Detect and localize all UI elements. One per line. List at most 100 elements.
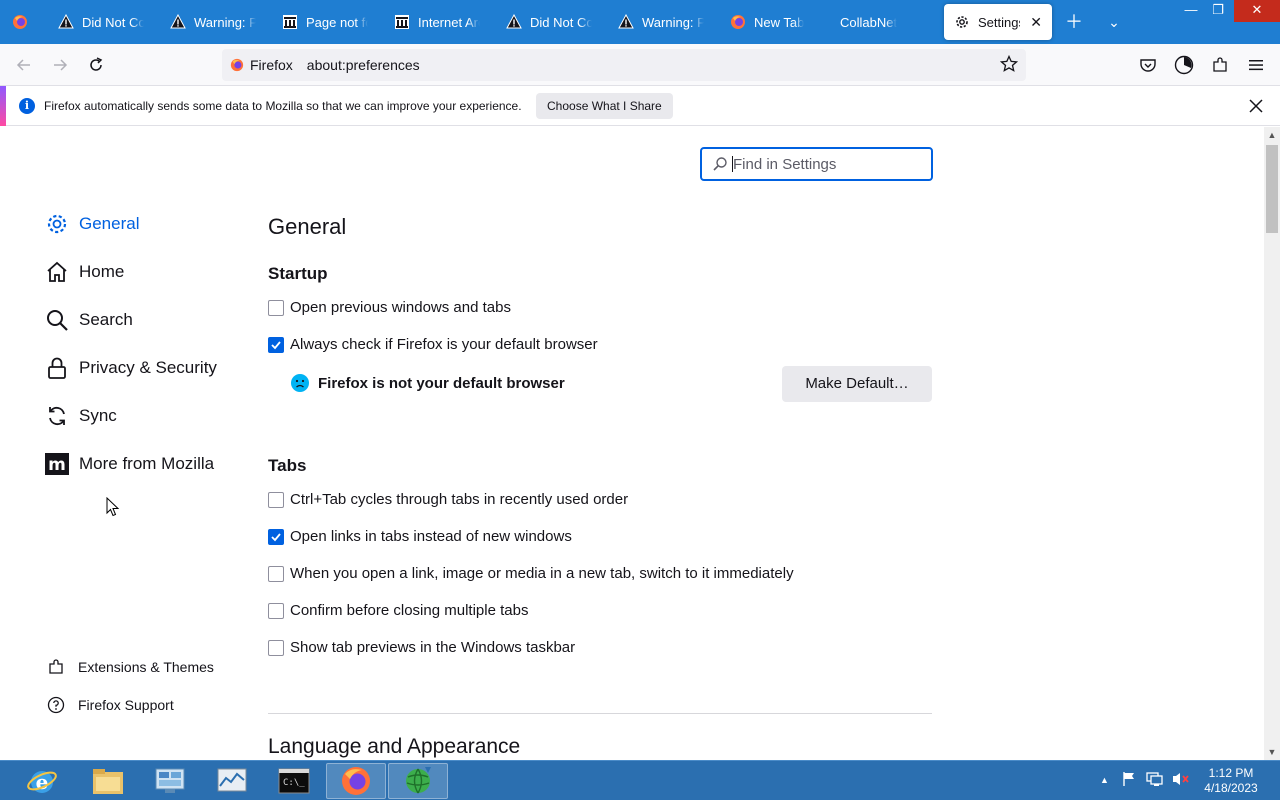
default-browser-note: Firefox is not your default browser [318, 374, 565, 392]
checkbox-unchecked[interactable] [268, 602, 284, 619]
file-explorer-button[interactable] [78, 763, 138, 799]
tabs-heading: Tabs [268, 456, 307, 475]
checkbox-checked[interactable] [268, 528, 284, 545]
tab-new-tab[interactable]: New Tab [720, 4, 826, 40]
option-confirm-closing-tabs[interactable]: Confirm before closing multiple tabs [268, 602, 528, 619]
tab-firefox-view[interactable] [2, 4, 38, 40]
sidebar-item-label: Sync [79, 406, 117, 425]
windows-taskbar: e C:\_ ▲ 1:12 PM 4/18/2023 [0, 760, 1280, 800]
option-open-links-in-tabs[interactable]: Open links in tabs instead of new window… [268, 528, 572, 545]
scroll-thumb[interactable] [1266, 145, 1278, 233]
sidebar-item-privacy-security[interactable]: Privacy & Security [45, 356, 217, 380]
pocket-icon [1140, 59, 1156, 72]
page-scrollbar[interactable]: ▲ ▼ [1264, 127, 1280, 760]
reload-icon [90, 57, 103, 71]
mozilla-icon: m [45, 452, 69, 476]
svg-text:m: m [48, 455, 66, 475]
server-manager-button[interactable] [140, 763, 200, 799]
show-hidden-icons-button[interactable]: ▲ [1100, 775, 1109, 785]
tab-internet-archive[interactable]: Internet Arch [384, 4, 490, 40]
extensions-button[interactable] [1208, 53, 1232, 77]
restore-window-button[interactable]: ❐ [1200, 0, 1236, 22]
make-default-button[interactable]: Make Default… [782, 366, 932, 402]
firefox-taskbar-button[interactable] [326, 763, 386, 799]
sidebar-firefox-support[interactable]: Firefox Support [47, 696, 174, 714]
default-browser-status: Firefox is not your default browser [290, 373, 565, 393]
choose-what-i-share-button[interactable]: Choose What I Share [536, 93, 673, 119]
app-menu-button[interactable] [1244, 53, 1268, 77]
identity-box[interactable]: Firefox [222, 57, 303, 73]
sync-icon [45, 404, 69, 428]
checkbox-unchecked[interactable] [268, 639, 284, 656]
option-ctrl-tab-cycles[interactable]: Ctrl+Tab cycles through tabs in recently… [268, 491, 628, 508]
close-window-button[interactable]: ✕ [1234, 0, 1280, 22]
firefox-icon [230, 58, 244, 72]
checkbox-unchecked[interactable] [268, 491, 284, 508]
sidebar-extensions-themes[interactable]: Extensions & Themes [47, 658, 214, 676]
clock-time: 1:12 PM [1208, 766, 1254, 780]
tab-label: Warning: Po [194, 14, 256, 30]
sidebar-item-sync[interactable]: Sync [45, 404, 117, 428]
find-in-settings-input[interactable]: Find in Settings [700, 147, 933, 181]
identity-label: Firefox [250, 57, 293, 73]
tab-did-not-connect-1[interactable]: Did Not Con [48, 4, 154, 40]
back-button[interactable] [12, 53, 36, 77]
firefox-icon [12, 14, 28, 30]
checkbox-unchecked[interactable] [268, 565, 284, 582]
command-prompt-button[interactable]: C:\_ [264, 763, 324, 799]
option-label: Confirm before closing multiple tabs [290, 602, 529, 619]
archive-icon [394, 14, 410, 30]
bookmark-star-icon[interactable] [999, 54, 1019, 78]
account-button[interactable] [1172, 53, 1196, 77]
tab-strip: Did Not Con Warning: Po Page not fou Int… [0, 0, 1280, 44]
volume-muted-icon[interactable] [1172, 771, 1190, 790]
option-label: Open previous windows and tabs [290, 299, 511, 316]
forward-button[interactable] [48, 53, 72, 77]
sidebar-item-home[interactable]: Home [45, 260, 124, 284]
sidebar-item-search[interactable]: Search [45, 308, 133, 332]
checkbox-checked[interactable] [268, 336, 284, 353]
tab-settings[interactable]: Settings ✕ [944, 4, 1052, 40]
network-app-button[interactable] [388, 763, 448, 799]
option-check-default-browser[interactable]: Always check if Firefox is your default … [268, 336, 598, 353]
tab-warning-1[interactable]: Warning: Po [160, 4, 266, 40]
search-icon [713, 157, 727, 171]
new-tab-button[interactable]: ＋ [1062, 10, 1086, 34]
checkbox-unchecked[interactable] [268, 299, 284, 316]
scroll-down-arrow-icon[interactable]: ▼ [1264, 744, 1280, 760]
taskbar-clock[interactable]: 1:12 PM 4/18/2023 [1196, 766, 1266, 796]
gear-icon [45, 212, 69, 236]
sidebar-footer-label: Firefox Support [78, 697, 174, 713]
tab-label: Settings [978, 14, 1020, 30]
pocket-button[interactable] [1136, 53, 1160, 77]
network-icon[interactable] [1146, 771, 1164, 790]
performance-monitor-button[interactable] [202, 763, 262, 799]
tab-did-not-connect-2[interactable]: Did Not Con [496, 4, 602, 40]
account-icon [1174, 55, 1194, 75]
tab-collabnet[interactable]: CollabNet [832, 4, 938, 40]
close-notification-icon[interactable] [1246, 96, 1266, 116]
action-center-flag-icon[interactable] [1122, 771, 1136, 790]
hamburger-menu-icon [1249, 60, 1263, 71]
sidebar-item-more-from-mozilla[interactable]: m More from Mozilla [45, 452, 214, 476]
warning-icon [618, 14, 634, 30]
scroll-up-arrow-icon[interactable]: ▲ [1264, 127, 1280, 143]
sidebar-item-general[interactable]: General [45, 212, 139, 236]
tab-warning-2[interactable]: Warning: Po [608, 4, 714, 40]
section-divider [268, 713, 932, 714]
option-label: Open links in tabs instead of new window… [290, 528, 572, 545]
option-switch-to-new-tab[interactable]: When you open a link, image or media in … [268, 565, 794, 582]
close-tab-icon[interactable]: ✕ [1020, 14, 1042, 31]
list-all-tabs-button[interactable]: ⌄ [1102, 10, 1126, 34]
server-manager-icon [155, 768, 185, 793]
sad-face-icon [291, 374, 309, 392]
option-open-previous-windows[interactable]: Open previous windows and tabs [268, 299, 511, 316]
reload-button[interactable] [84, 53, 108, 77]
option-tab-previews-taskbar[interactable]: Show tab previews in the Windows taskbar [268, 639, 575, 656]
tab-label: Did Not Con [82, 14, 144, 30]
tab-page-not-found[interactable]: Page not fou [272, 4, 378, 40]
url-bar[interactable]: Firefox about:preferences [222, 49, 1026, 81]
internet-explorer-button[interactable]: e [12, 763, 72, 799]
clock-date: 4/18/2023 [1204, 781, 1258, 795]
url-text[interactable]: about:preferences [307, 57, 420, 73]
